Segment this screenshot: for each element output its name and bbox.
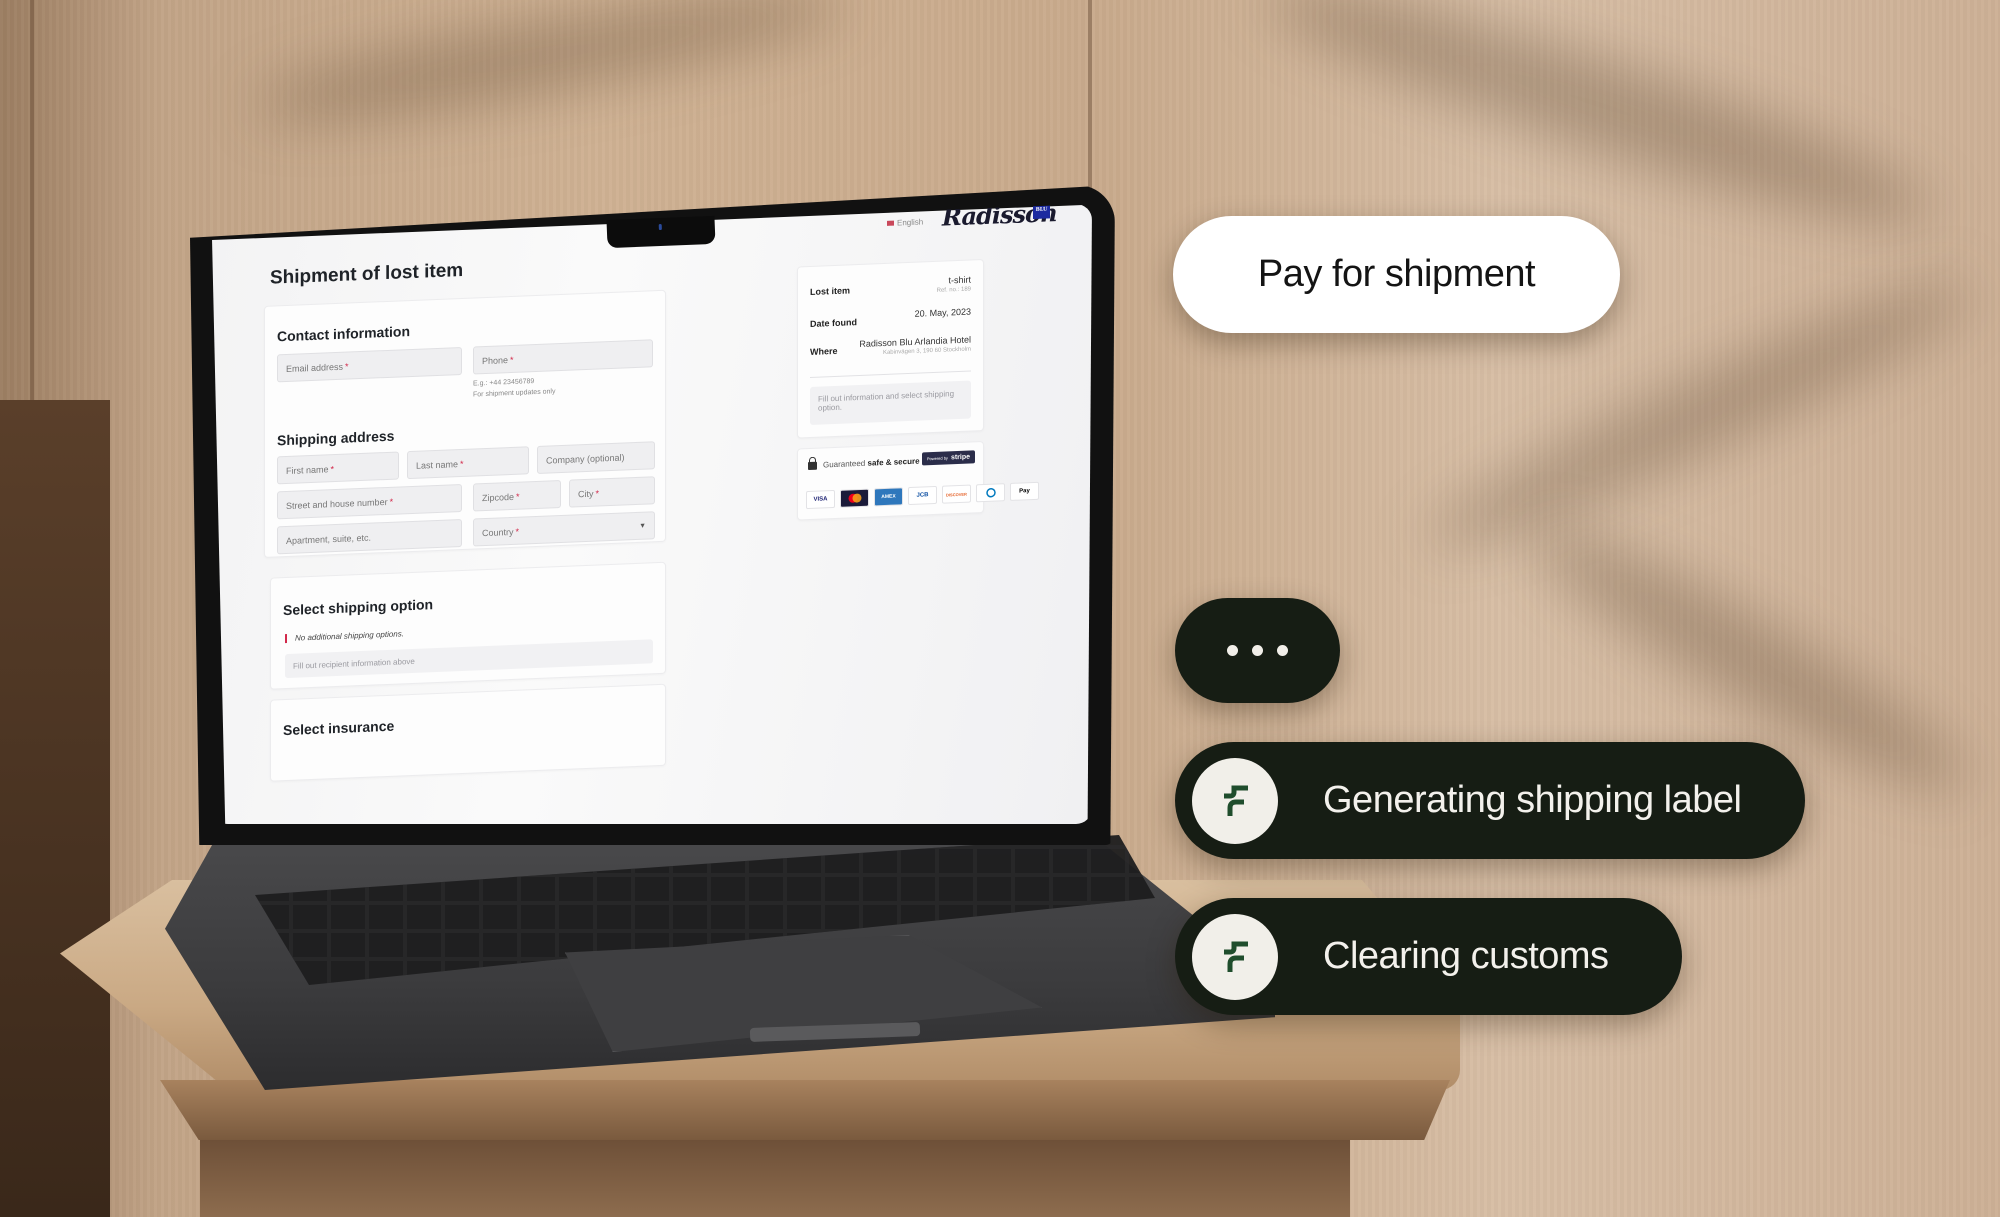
street-field[interactable]: Street and house number *: [277, 483, 462, 520]
brand-f-icon: [1192, 913, 1278, 1000]
dot-icon: [1227, 645, 1238, 656]
email-field[interactable]: Email address *: [277, 346, 462, 383]
discover-icon: DISCOVER: [942, 484, 971, 504]
address-form-card: Contact information Email address * Phone…: [264, 289, 666, 558]
shelf-edge: [160, 1080, 1450, 1140]
zipcode-field[interactable]: Zipcode *: [473, 479, 561, 512]
summary-value: t-shirt Ref. no.: 189: [936, 274, 971, 294]
laptop-screen: Shipment of lost item English Radisson BL…: [212, 204, 1092, 824]
last-name-field[interactable]: Last name *: [407, 446, 529, 480]
country-select[interactable]: Country * ▼: [473, 511, 655, 547]
city-field[interactable]: City *: [569, 476, 655, 508]
flag-icon: [887, 220, 894, 227]
contact-title: Contact information: [277, 323, 410, 345]
language-selector[interactable]: English: [887, 217, 923, 227]
mastercard-icon: [840, 488, 869, 508]
shelf-support: [200, 1140, 1350, 1217]
amex-icon: AMEX: [874, 487, 903, 507]
stripe-badge: Powered by stripe: [921, 450, 975, 466]
webcam-notch: [606, 215, 716, 249]
shipping-option-card: Select shipping option No additional shi…: [270, 561, 666, 690]
visa-icon: VISA: [806, 489, 835, 510]
summary-card: Lost item t-shirt Ref. no.: 189 Date foun…: [797, 258, 984, 439]
webcam-icon: [658, 223, 662, 231]
apple-pay-icon: Pay: [1010, 481, 1039, 501]
divider: [810, 370, 971, 378]
apartment-field[interactable]: Apartment, suite, etc.: [277, 518, 462, 555]
company-field[interactable]: Company (optional): [537, 441, 655, 474]
shipping-info: Fill out recipient information above: [285, 639, 653, 679]
brand-f-icon: [1192, 757, 1278, 844]
secure-checkout-card: Guaranteed safe & secure checkout Powere…: [797, 440, 1039, 521]
chevron-down-icon: ▼: [639, 522, 646, 530]
status-step-clearing-customs: Clearing customs: [1175, 898, 1682, 1015]
status-step-label: Clearing customs: [1323, 935, 1609, 977]
pay-button-label: Pay for shipment: [1257, 253, 1536, 295]
summary-label: Lost item: [810, 285, 851, 297]
pay-for-shipment-button[interactable]: Pay for shipment: [1173, 216, 1620, 333]
status-step-generating-label: Generating shipping label: [1175, 742, 1805, 859]
shelf-niche: [0, 400, 110, 1217]
insurance-title: Select insurance: [283, 717, 395, 739]
brand-badge: BLU: [1033, 204, 1050, 220]
dot-icon: [1277, 645, 1288, 656]
summary-info: Fill out information and select shipping…: [810, 380, 971, 425]
summary-label: Where: [810, 345, 838, 357]
shipping-notice: No additional shipping options.: [285, 629, 404, 644]
typing-indicator: [1175, 598, 1340, 703]
web-page: Shipment of lost item English Radisson BL…: [212, 204, 1092, 824]
jcb-icon: JCB: [908, 485, 937, 506]
summary-label: Date found: [810, 317, 857, 329]
page-title: Shipment of lost item: [270, 259, 464, 289]
phone-field[interactable]: Phone *: [473, 339, 653, 375]
phone-hint: E.g.: +44 23456789 For shipment updates o…: [473, 378, 556, 399]
summary-value: Radisson Blu Arlandia Hotel Kabinvägen 3,…: [859, 334, 971, 357]
shipping-option-title: Select shipping option: [283, 596, 434, 619]
insurance-card: Select insurance: [270, 683, 666, 782]
dot-icon: [1252, 645, 1263, 656]
shipping-address-title: Shipping address: [277, 427, 395, 449]
payment-methods: VISA AMEX JCB DISCOVER Pay: [806, 481, 1039, 510]
summary-value: 20. May, 2023: [914, 306, 971, 319]
diners-icon: [976, 483, 1005, 503]
lock-icon: [808, 461, 817, 470]
status-step-label: Generating shipping label: [1323, 779, 1742, 821]
first-name-field[interactable]: First name *: [277, 451, 399, 485]
